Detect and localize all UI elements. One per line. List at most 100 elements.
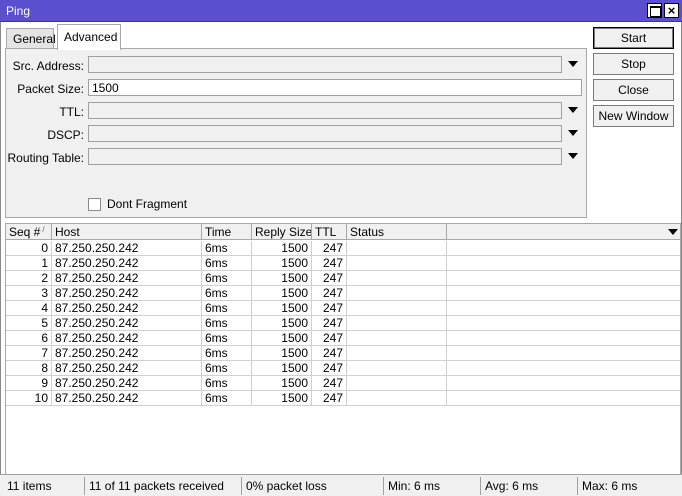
cell-seq: 2 (6, 271, 52, 286)
tab-advanced[interactable]: Advanced (57, 24, 121, 50)
dont-fragment-label: Dont Fragment (107, 197, 188, 211)
cell-reply-size: 1500 (252, 316, 312, 331)
cell-status (347, 286, 447, 301)
status-received: 11 of 11 packets received (84, 477, 228, 495)
close-icon[interactable]: × (664, 3, 679, 18)
columns-dropdown-arrow-icon[interactable] (668, 229, 678, 235)
maximize-icon[interactable] (647, 3, 662, 18)
ttl-input[interactable] (88, 102, 562, 119)
close-button[interactable]: Close (593, 79, 674, 101)
packet-size-label: Packet Size: (17, 82, 84, 96)
cell-ttl: 247 (312, 391, 347, 406)
table-row[interactable]: 10 87.250.250.242 6ms 1500 247 (6, 391, 680, 406)
cell-time: 6ms (202, 271, 252, 286)
col-header-reply-size[interactable]: Reply Size (252, 224, 312, 240)
cell-time: 6ms (202, 331, 252, 346)
table-row[interactable]: 7 87.250.250.242 6ms 1500 247 (6, 346, 680, 361)
status-items: 11 items (7, 479, 52, 493)
col-header-host[interactable]: Host (52, 224, 202, 240)
cell-ttl: 247 (312, 331, 347, 346)
cell-host: 87.250.250.242 (52, 331, 202, 346)
cell-status (347, 256, 447, 271)
table-row[interactable]: 8 87.250.250.242 6ms 1500 247 (6, 361, 680, 376)
sort-indicator-icon: / (42, 225, 45, 234)
packet-size-input[interactable]: 1500 (88, 79, 582, 96)
table-row[interactable]: 2 87.250.250.242 6ms 1500 247 (6, 271, 680, 286)
cell-host: 87.250.250.242 (52, 286, 202, 301)
cell-host: 87.250.250.242 (52, 391, 202, 406)
dscp-dropdown-arrow-icon[interactable] (568, 130, 578, 136)
cell-ttl: 247 (312, 301, 347, 316)
table-row[interactable]: 1 87.250.250.242 6ms 1500 247 (6, 256, 680, 271)
advanced-panel: Src. Address: Packet Size: 1500 TTL: DSC… (5, 48, 587, 218)
cell-reply-size: 1500 (252, 256, 312, 271)
stop-button[interactable]: Stop (593, 53, 674, 75)
table-row[interactable]: 4 87.250.250.242 6ms 1500 247 (6, 301, 680, 316)
cell-time: 6ms (202, 301, 252, 316)
dscp-label: DSCP: (47, 128, 84, 142)
cell-host: 87.250.250.242 (52, 361, 202, 376)
routing-table-input[interactable] (88, 148, 562, 165)
cell-seq: 3 (6, 286, 52, 301)
cell-time: 6ms (202, 241, 252, 256)
dont-fragment-checkbox[interactable] (88, 198, 101, 211)
cell-host: 87.250.250.242 (52, 376, 202, 391)
window-content: General Advanced Src. Address: Packet Si… (0, 22, 682, 496)
cell-reply-size: 1500 (252, 361, 312, 376)
status-bar: 11 items 11 of 11 packets received 0% pa… (0, 474, 682, 496)
cell-host: 87.250.250.242 (52, 241, 202, 256)
cell-reply-size: 1500 (252, 271, 312, 286)
col-header-status[interactable]: Status (347, 224, 447, 240)
routing-table-dropdown-arrow-icon[interactable] (568, 153, 578, 159)
cell-seq: 4 (6, 301, 52, 316)
cell-ttl: 247 (312, 241, 347, 256)
cell-status (347, 361, 447, 376)
col-header-ttl[interactable]: TTL (312, 224, 347, 240)
cell-time: 6ms (202, 391, 252, 406)
tab-general-label: General (13, 32, 56, 46)
src-address-dropdown-arrow-icon[interactable] (568, 61, 578, 67)
cell-time: 6ms (202, 346, 252, 361)
cell-time: 6ms (202, 376, 252, 391)
table-row[interactable]: 0 87.250.250.242 6ms 1500 247 (6, 241, 680, 256)
cell-reply-size: 1500 (252, 391, 312, 406)
results-table: Seq # / Host Time Reply Size TTL Status 0… (5, 223, 681, 496)
cell-time: 6ms (202, 316, 252, 331)
table-row[interactable]: 9 87.250.250.242 6ms 1500 247 (6, 376, 680, 391)
cell-ttl: 247 (312, 346, 347, 361)
routing-table-row: Routing Table: (6, 148, 586, 168)
tab-advanced-label: Advanced (64, 30, 118, 44)
table-row[interactable]: 6 87.250.250.242 6ms 1500 247 (6, 331, 680, 346)
start-button[interactable]: Start (593, 27, 674, 49)
routing-table-label: Routing Table: (7, 151, 85, 165)
tab-general[interactable]: General (6, 28, 56, 49)
cell-host: 87.250.250.242 (52, 301, 202, 316)
cell-status (347, 346, 447, 361)
status-min: Min: 6 ms (383, 477, 444, 495)
table-row[interactable]: 3 87.250.250.242 6ms 1500 247 (6, 286, 680, 301)
col-header-time[interactable]: Time (202, 224, 252, 240)
cell-seq: 9 (6, 376, 52, 391)
cell-status (347, 391, 447, 406)
col-header-seq-label: Seq # (9, 225, 41, 239)
window-title: Ping (6, 4, 31, 18)
src-address-label: Src. Address: (12, 59, 84, 73)
col-header-seq[interactable]: Seq # / (6, 224, 52, 240)
cell-status (347, 376, 447, 391)
ttl-dropdown-arrow-icon[interactable] (568, 107, 578, 113)
ttl-label: TTL: (59, 105, 84, 119)
src-address-row: Src. Address: (6, 56, 586, 76)
cell-reply-size: 1500 (252, 301, 312, 316)
new-window-button[interactable]: New Window (593, 105, 674, 127)
cell-host: 87.250.250.242 (52, 316, 202, 331)
cell-reply-size: 1500 (252, 376, 312, 391)
cell-status (347, 316, 447, 331)
packet-size-row: Packet Size: 1500 (6, 79, 586, 99)
cell-ttl: 247 (312, 271, 347, 286)
dscp-input[interactable] (88, 125, 562, 142)
table-row[interactable]: 5 87.250.250.242 6ms 1500 247 (6, 316, 680, 331)
src-address-input[interactable] (88, 56, 562, 73)
cell-time: 6ms (202, 286, 252, 301)
cell-seq: 8 (6, 361, 52, 376)
title-bar[interactable]: Ping × (0, 0, 682, 22)
